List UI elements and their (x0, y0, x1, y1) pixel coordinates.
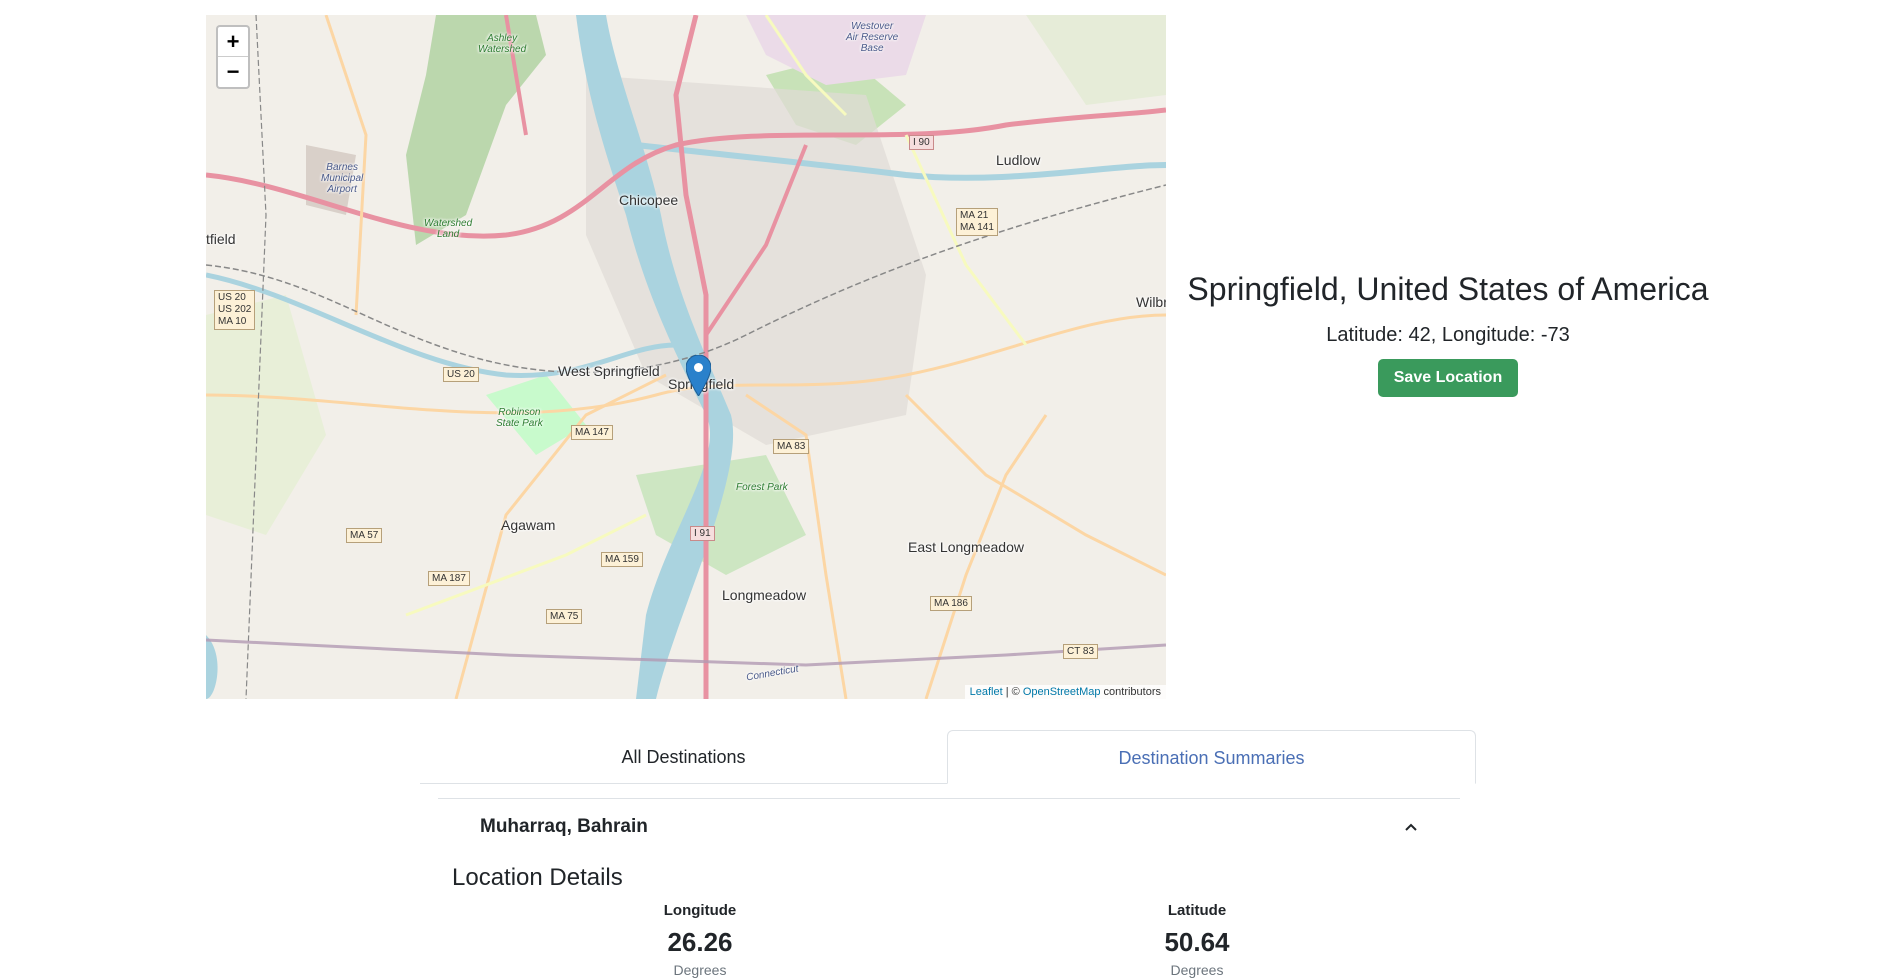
destination-name: Muharraq, Bahrain (480, 816, 648, 837)
map-attribution: Leaflet | © OpenStreetMap contributors (964, 685, 1166, 699)
stat-value: 26.26 (667, 927, 733, 957)
save-location-button[interactable]: Save Location (1377, 359, 1519, 398)
shield-us20-multi: US 20 US 202 MA 10 (214, 290, 256, 330)
stat-latitude: Latitude 50.64 Degrees (1097, 902, 1297, 978)
stat-value: 50.64 (1164, 927, 1230, 957)
location-coordinates: Latitude: 42, Longitude: -73 (1326, 324, 1570, 347)
location-marker-icon[interactable] (686, 355, 711, 396)
shield-ma83: MA 83 (773, 439, 810, 454)
place-label-west-springfield: West Springfield (558, 363, 660, 379)
tab-destination-summaries[interactable]: Destination Summaries (947, 730, 1476, 784)
location-details-heading: Location Details (452, 864, 623, 891)
destination-tabs: All Destinations Destination Summaries (420, 730, 1476, 784)
shield-ma159: MA 159 (601, 552, 643, 567)
place-label-chicopee: Chicopee (619, 192, 679, 208)
place-label-east-longmeadow: East Longmeadow (908, 539, 1024, 555)
park-label-forest-park: Forest Park (736, 482, 788, 493)
shield-ct83: CT 83 (1063, 644, 1099, 659)
park-label-watershed-land: Watershed Land (424, 218, 473, 240)
stat-unit: Degrees (1170, 962, 1224, 978)
tab-all-destinations[interactable]: All Destinations (420, 730, 947, 783)
park-label-westover: Westover Air Reserve Base (846, 21, 899, 54)
shield-us20: US 20 (443, 367, 479, 382)
shield-ma187: MA 187 (428, 571, 470, 586)
zoom-in-button[interactable]: + (218, 27, 248, 57)
accordion-header-destination[interactable]: Muharraq, Bahrain (438, 802, 1460, 852)
place-label-wilbraham: Wilbr (1136, 294, 1166, 310)
shield-i90: I 90 (909, 135, 934, 150)
shield-ma75: MA 75 (546, 609, 583, 624)
stat-longitude: Longitude 26.26 Degrees (600, 902, 800, 978)
location-title: Springfield, United States of America (1187, 271, 1709, 307)
place-label-longmeadow: Longmeadow (722, 587, 807, 603)
place-label-westfield: tfield (206, 231, 236, 247)
zoom-control: + − (216, 25, 250, 89)
place-label-ludlow: Ludlow (996, 152, 1041, 168)
zoom-out-button[interactable]: − (218, 57, 248, 87)
park-label-barnes: Barnes Municipal Airport (321, 162, 364, 195)
leaflet-link[interactable]: Leaflet (970, 686, 1003, 698)
attribution-suffix: contributors (1100, 686, 1161, 698)
stat-unit: Degrees (673, 962, 727, 978)
shield-ma147: MA 147 (571, 425, 613, 440)
park-label-robinson: Robinson State Park (496, 407, 543, 429)
stat-label: Latitude (1167, 902, 1227, 919)
chevron-up-icon (1404, 819, 1418, 835)
stat-label: Longitude (663, 902, 737, 919)
shield-i91: I 91 (690, 526, 715, 541)
osm-link[interactable]: OpenStreetMap (1023, 686, 1101, 698)
location-info-panel: Springfield, United States of America La… (1166, 270, 1730, 398)
attribution-separator: | © (1002, 686, 1023, 698)
place-label-agawam: Agawam (501, 517, 556, 533)
park-label-ashley: Ashley Watershed (478, 33, 527, 55)
map[interactable]: + − Chicopee Ludlow West Springfield Spr… (206, 15, 1166, 699)
shield-ma21: MA 21 MA 141 (956, 208, 998, 236)
shield-ma57: MA 57 (346, 528, 383, 543)
shield-ma186: MA 186 (930, 596, 972, 611)
accordion-divider (438, 798, 1460, 799)
